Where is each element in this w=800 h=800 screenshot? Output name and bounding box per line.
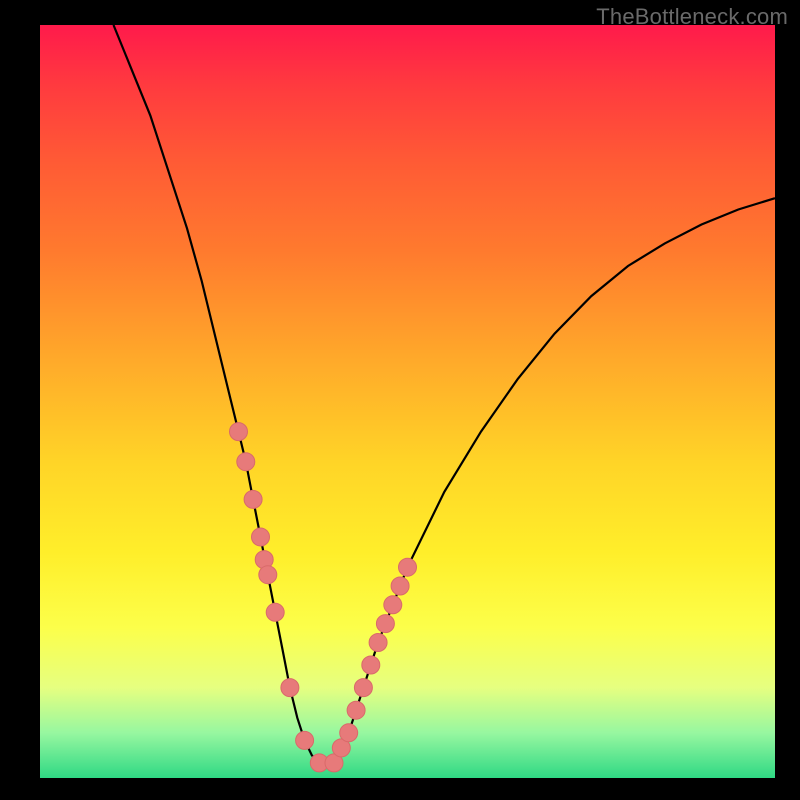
highlight-marker xyxy=(266,603,284,621)
highlight-marker xyxy=(369,634,387,652)
highlight-marker xyxy=(384,596,402,614)
chart-frame: TheBottleneck.com xyxy=(0,0,800,800)
highlight-marker xyxy=(230,423,248,441)
highlight-marker xyxy=(362,656,380,674)
highlight-marker xyxy=(252,528,270,546)
highlight-marker xyxy=(376,615,394,633)
watermark-text: TheBottleneck.com xyxy=(596,4,788,30)
highlight-marker xyxy=(296,731,314,749)
highlight-marker xyxy=(399,558,417,576)
highlight-marker xyxy=(237,453,255,471)
chart-svg xyxy=(40,25,775,778)
highlight-marker xyxy=(354,679,372,697)
highlight-marker xyxy=(340,724,358,742)
highlight-marker xyxy=(391,577,409,595)
highlight-marker xyxy=(347,701,365,719)
highlight-marker xyxy=(244,490,262,508)
highlight-marker xyxy=(259,566,277,584)
bottleneck-curve xyxy=(114,25,776,767)
chart-plot-area xyxy=(40,25,775,778)
highlight-markers xyxy=(230,423,417,772)
highlight-marker xyxy=(281,679,299,697)
